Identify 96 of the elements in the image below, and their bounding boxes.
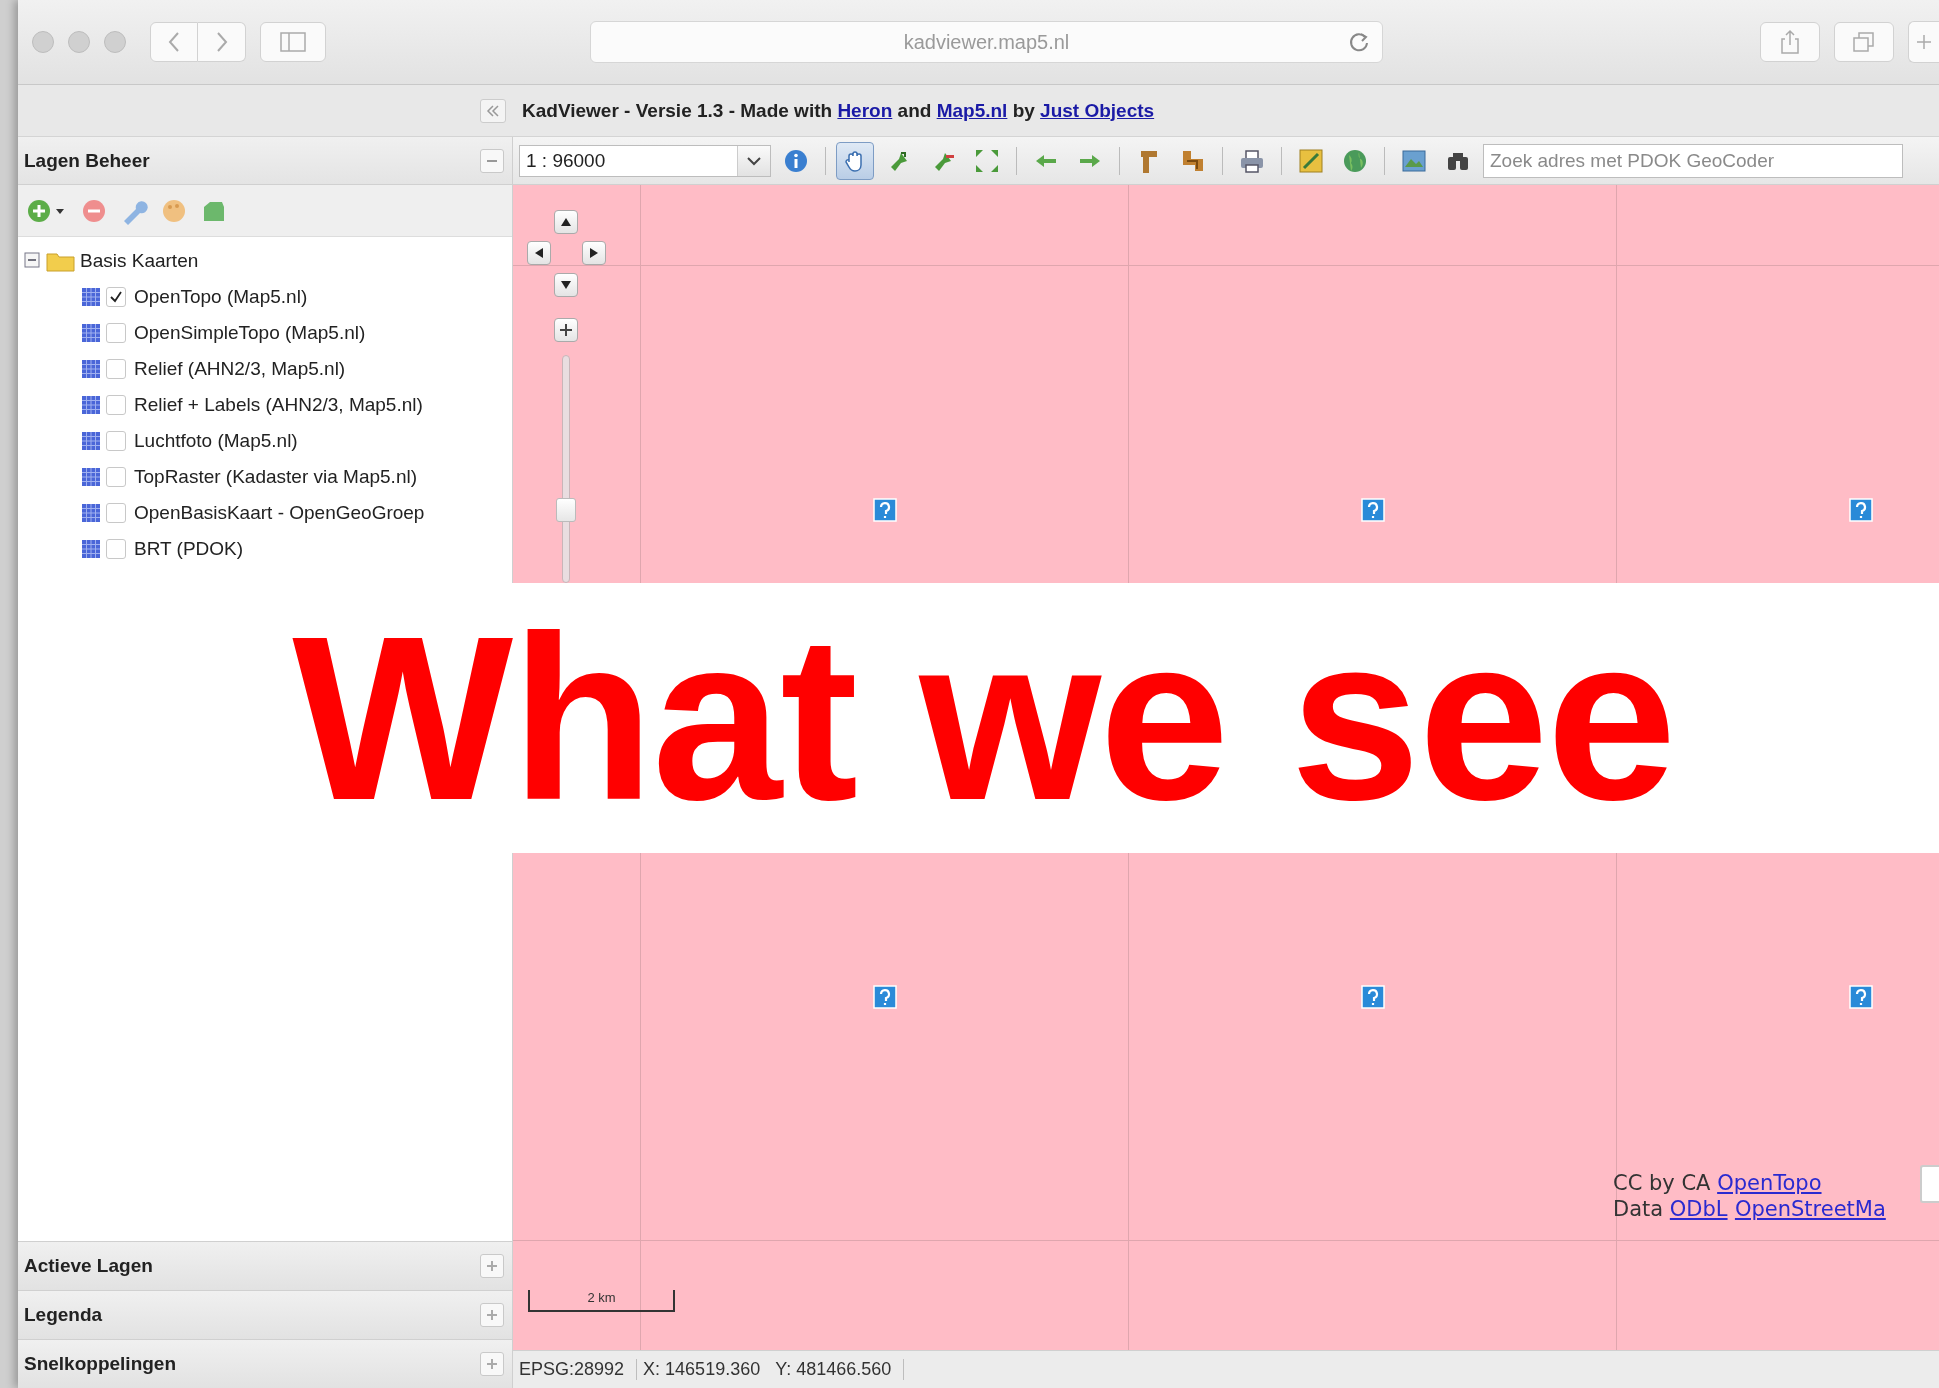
broken-image-icon [1849, 985, 1873, 1009]
attribution-link[interactable]: ODbL [1669, 1197, 1728, 1221]
draw-icon [1297, 146, 1325, 175]
collapse-toggle-icon[interactable] [24, 252, 42, 270]
sidebar-button[interactable] [260, 22, 326, 62]
new-tab-button[interactable] [1908, 21, 1939, 63]
pan-down-button[interactable] [554, 273, 578, 297]
forward-button[interactable] [198, 22, 246, 62]
share-icon [1780, 29, 1800, 55]
title-link[interactable]: Map5.nl [936, 99, 1008, 121]
double-chevron-left-icon [486, 104, 500, 117]
layer-name[interactable]: Luchtfoto (Map5.nl) [134, 430, 298, 452]
plus-icon [486, 1260, 498, 1272]
expand-button[interactable] [480, 1254, 504, 1278]
layer-checkbox[interactable] [106, 395, 126, 415]
broken-image-icon [873, 498, 897, 522]
tabs-icon [1852, 31, 1876, 53]
title-link[interactable]: Heron [837, 99, 893, 121]
caret-icon [747, 155, 761, 166]
grid-layer-icon [82, 432, 100, 450]
layer-name[interactable]: Relief + Labels (AHN2/3, Map5.nl) [134, 394, 423, 416]
plus-icon [1917, 35, 1931, 49]
attribution-text: Data ODbL OpenStreetMa [1613, 1197, 1886, 1221]
scale-bar: 2 km [528, 1290, 675, 1312]
expand-button[interactable] [480, 1352, 504, 1376]
scale-dropdown[interactable]: 1 : 96000 [519, 144, 771, 177]
triangle-up-icon [561, 218, 571, 226]
share-button[interactable] [1760, 22, 1820, 62]
window-control[interactable] [32, 31, 54, 53]
layer-name[interactable]: OpenSimpleTopo (Map5.nl) [134, 322, 366, 344]
zoom-in-button[interactable] [554, 318, 578, 342]
panel-title: Lagen Beheer [24, 149, 150, 172]
search-field[interactable]: Zoek adres met PDOK GeoCoder [1483, 143, 1903, 178]
sidebar-icon [280, 32, 306, 52]
pan-right-button[interactable] [582, 241, 606, 265]
layer-checkbox[interactable] [106, 539, 126, 559]
collapsed-panel[interactable]: Legenda [18, 1290, 512, 1339]
layer-name[interactable]: Relief (AHN2/3, Map5.nl) [134, 358, 346, 380]
checkmark-icon [109, 290, 123, 304]
layer-checkbox[interactable] [106, 467, 126, 487]
app-title: KadViewer - Versie 1.3 - Made with Heron and Map5.nl by Just Objects [522, 99, 1155, 122]
layer-name[interactable]: OpenBasisKaart - OpenGeoGroep [134, 502, 425, 524]
banner-text: What we see [291, 586, 1675, 851]
panel-title: Legenda [24, 1304, 103, 1326]
layer-checkbox[interactable] [106, 431, 126, 451]
layer-checkbox[interactable] [106, 287, 126, 307]
pan-tool[interactable] [836, 141, 874, 180]
tree-item[interactable]: Basis Kaarten [80, 250, 199, 272]
layer-checkbox[interactable] [106, 359, 126, 379]
attribution-link[interactable]: OpenStreetMa [1734, 1197, 1886, 1221]
triangle-right-icon [590, 248, 598, 258]
plus-icon [560, 324, 572, 336]
grid-layer-icon [82, 540, 100, 558]
broken-image-icon [873, 985, 897, 1009]
window-control[interactable] [68, 31, 90, 53]
grid-layer-icon [82, 324, 100, 342]
coordinates-text: X: 146519.360 Y: 481466.560 [637, 1359, 905, 1380]
layer-checkbox[interactable] [106, 323, 126, 343]
grid-layer-icon [82, 504, 100, 522]
broken-image-icon [1361, 498, 1385, 522]
grid-layer-icon [82, 396, 100, 414]
broken-image-icon [1361, 985, 1385, 1009]
layer-name[interactable]: OpenTopo (Map5.nl) [134, 286, 308, 308]
chevron-right-icon [214, 31, 229, 53]
back-button[interactable] [150, 22, 198, 62]
folder-icon [46, 250, 76, 272]
triangle-down-icon [561, 281, 571, 289]
panel-title: Actieve Lagen [24, 1255, 153, 1277]
expand-button[interactable] [480, 1303, 504, 1327]
collapse-button[interactable] [480, 148, 504, 173]
grid-layer-icon [82, 360, 100, 378]
layer-checkbox[interactable] [106, 503, 126, 523]
reload-icon[interactable] [1348, 31, 1370, 53]
pan-up-button[interactable] [554, 210, 578, 234]
collapsed-panel[interactable]: Snelkoppelingen [18, 1339, 512, 1388]
map[interactable]: CC by CA OpenTopo Data ODbL OpenStreetMa 2 km [513, 853, 1939, 1350]
panel-title: Snelkoppelingen [24, 1353, 177, 1375]
projection-text: EPSG:28992 [513, 1359, 638, 1380]
attribution-text: CC by CA OpenTopo [1613, 1171, 1823, 1195]
grid-layer-icon [82, 288, 100, 306]
title-link[interactable]: Just Objects [1040, 99, 1155, 121]
broken-image-icon [1849, 498, 1873, 522]
grid-layer-icon [82, 468, 100, 486]
collapsed-panel[interactable]: Actieve Lagen [18, 1241, 512, 1290]
window-control[interactable] [104, 31, 126, 53]
plus-icon [486, 1309, 498, 1321]
layer-name[interactable]: BRT (PDOK) [134, 538, 244, 560]
attribution-link[interactable]: OpenTopo [1717, 1171, 1822, 1195]
triangle-left-icon [535, 248, 543, 258]
tabs-button[interactable] [1834, 22, 1894, 62]
plus-icon [486, 1358, 498, 1370]
pan-left-button[interactable] [527, 241, 551, 265]
overview-toggle[interactable] [1920, 1165, 1939, 1203]
layer-name[interactable]: TopRaster (Kadaster via Map5.nl) [134, 466, 417, 488]
collapse-button[interactable] [480, 98, 506, 123]
chevron-left-icon [167, 31, 181, 53]
